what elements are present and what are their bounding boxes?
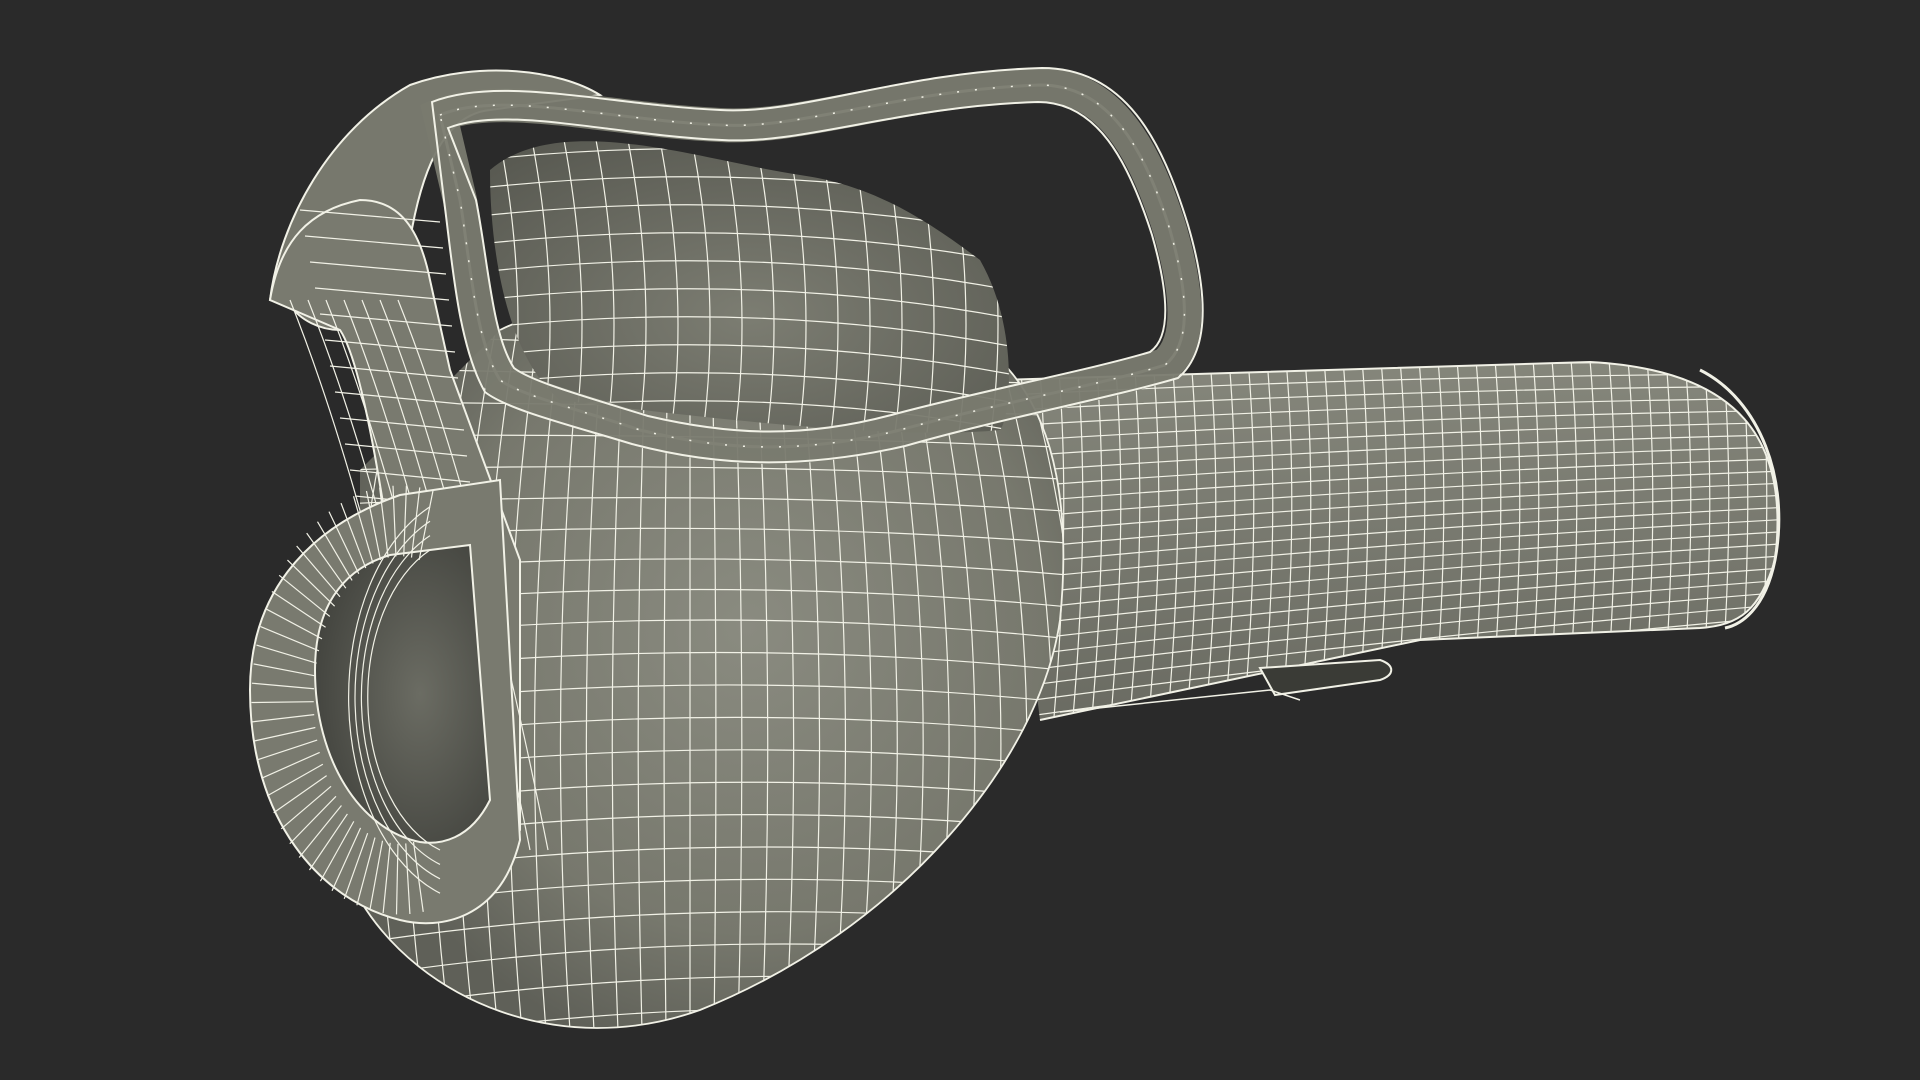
bottom-ring	[248, 478, 522, 925]
wireframe-model	[248, 66, 1781, 1029]
render-viewport	[0, 0, 1920, 1080]
spout-tube	[999, 360, 1781, 721]
